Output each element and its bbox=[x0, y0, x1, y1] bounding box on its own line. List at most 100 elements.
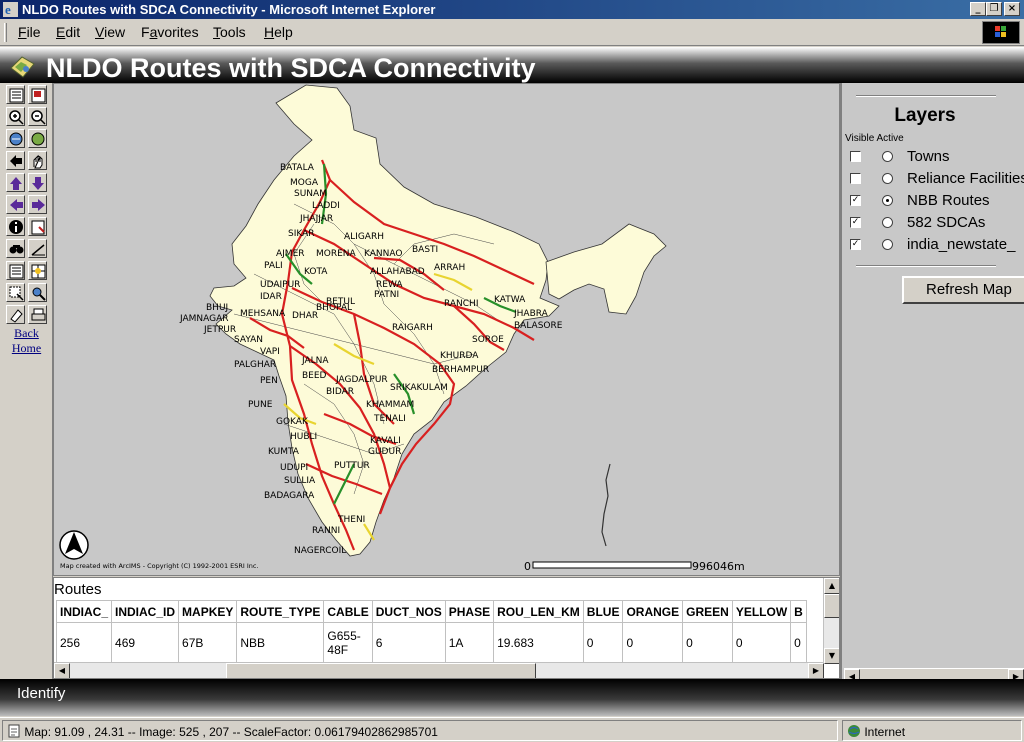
scroll-thumb[interactable] bbox=[226, 663, 536, 678]
routes-horizontal-scrollbar[interactable]: ◀ ▶ bbox=[54, 662, 824, 678]
layer-visible-checkbox[interactable] bbox=[850, 151, 861, 162]
map-view[interactable]: BATALA MOGA SUNAM LADDI JHAJJAR SIKAR ALIGARH A… bbox=[53, 83, 840, 576]
menu-grip[interactable] bbox=[4, 23, 7, 42]
layer-name: Towns bbox=[907, 148, 950, 165]
print-icon[interactable] bbox=[28, 305, 47, 324]
menu-favorites[interactable]: Favorites bbox=[141, 24, 199, 40]
pan-west-icon[interactable] bbox=[6, 195, 25, 214]
pan-north-icon[interactable] bbox=[6, 173, 25, 192]
identify-label: Identify bbox=[17, 685, 66, 702]
zoom-out-icon[interactable] bbox=[28, 107, 47, 126]
city-label: NAGERCOIL bbox=[294, 546, 346, 556]
layer-row: Reliance Facilities bbox=[842, 169, 1024, 189]
scroll-right-button[interactable]: ▶ bbox=[808, 663, 824, 678]
scroll-up-button[interactable]: ▲ bbox=[824, 578, 839, 594]
layer-visible-checkbox[interactable] bbox=[850, 173, 861, 184]
pan-icon[interactable] bbox=[28, 151, 47, 170]
city-label: PALI bbox=[264, 261, 283, 271]
city-label: IDAR bbox=[260, 292, 282, 302]
minimize-button[interactable]: _ bbox=[970, 2, 986, 16]
india-landmass bbox=[209, 84, 560, 557]
zoom-in-icon[interactable] bbox=[6, 107, 25, 126]
menu-edit[interactable]: Edit bbox=[56, 24, 80, 40]
select-by-rectangle-icon[interactable] bbox=[6, 261, 25, 280]
table-cell: 19.683 bbox=[493, 622, 584, 663]
routes-vertical-scrollbar[interactable]: ▲ ▼ bbox=[823, 578, 839, 664]
browser-window: e NLDO Routes with SDCA Connectivity - M… bbox=[0, 0, 1024, 742]
refresh-map-button[interactable]: Refresh Map bbox=[902, 276, 1024, 304]
city-label: BATALA bbox=[280, 163, 315, 173]
scroll-thumb[interactable] bbox=[824, 594, 839, 618]
city-label: KHURDA bbox=[440, 351, 479, 361]
layer-active-radio[interactable] bbox=[882, 217, 893, 228]
city-label: REWA bbox=[376, 280, 403, 290]
close-button[interactable]: × bbox=[1004, 2, 1020, 16]
city-label: KOTA bbox=[304, 267, 328, 277]
table-row[interactable]: 256 469 67B NBB G655-48F 6 1A 19.683 0 0 0 0 0 bbox=[55, 622, 807, 663]
city-label: RAIGARH bbox=[392, 323, 433, 333]
zoom-last-extent-icon[interactable] bbox=[6, 151, 25, 170]
column-header: ORANGE bbox=[622, 600, 684, 623]
city-label: JAMNAGAR bbox=[179, 314, 229, 324]
overview-map-icon[interactable] bbox=[28, 85, 47, 104]
table-cell: 1A bbox=[444, 622, 495, 663]
layer-row: Towns bbox=[842, 147, 1024, 167]
pan-east-icon[interactable] bbox=[28, 195, 47, 214]
city-label: GUDUR bbox=[368, 447, 401, 457]
table-cell: 256 bbox=[55, 622, 113, 663]
north-arrow-icon bbox=[59, 530, 89, 560]
select-by-line-icon[interactable] bbox=[6, 283, 25, 302]
svg-text:e: e bbox=[5, 2, 11, 17]
menu-file[interactable]: File bbox=[18, 24, 41, 40]
restore-button[interactable]: ❐ bbox=[986, 2, 1002, 16]
city-label: PUTTUR bbox=[334, 461, 370, 471]
title-bar[interactable]: e NLDO Routes with SDCA Connectivity - M… bbox=[0, 0, 1024, 19]
city-label: SIKAR bbox=[288, 229, 315, 239]
windows-logo-icon bbox=[982, 21, 1020, 44]
home-link[interactable]: Home bbox=[0, 341, 53, 356]
map-toolbar: Back Home bbox=[0, 83, 53, 679]
buffer-icon[interactable] bbox=[28, 261, 47, 280]
table-cell: 67B bbox=[178, 622, 238, 663]
back-link[interactable]: Back bbox=[0, 326, 53, 341]
city-label: DHAR bbox=[292, 311, 318, 321]
column-header: PHASE bbox=[444, 600, 495, 623]
layers-title: Layers bbox=[894, 105, 956, 126]
layer-active-radio[interactable] bbox=[882, 239, 893, 250]
layer-name: 582 SDCAs bbox=[907, 214, 986, 231]
scroll-left-button[interactable]: ◀ bbox=[54, 663, 70, 678]
zoom-active-layer-icon[interactable] bbox=[28, 129, 47, 148]
city-label: ALLAHABAD bbox=[370, 267, 425, 277]
layers-panel: Layers Visible Active Towns Reliance Faci… bbox=[840, 83, 1024, 685]
layer-active-radio[interactable] bbox=[882, 195, 893, 206]
scroll-down-button[interactable]: ▼ bbox=[824, 648, 839, 664]
city-label: BERHAMPUR bbox=[432, 365, 489, 375]
identify-icon[interactable] bbox=[6, 217, 25, 236]
layer-visible-checkbox[interactable]: ✓ bbox=[850, 195, 861, 206]
northeast-region bbox=[545, 223, 667, 315]
menu-tools[interactable]: Tools bbox=[213, 24, 246, 40]
clear-selection-icon[interactable] bbox=[6, 305, 25, 324]
internet-explorer-icon: e bbox=[3, 2, 18, 17]
zoom-full-extent-icon[interactable] bbox=[6, 129, 25, 148]
layer-visible-checkbox[interactable]: ✓ bbox=[850, 239, 861, 250]
toggle-legend-icon[interactable] bbox=[6, 85, 25, 104]
svg-text:0: 0 bbox=[524, 560, 531, 573]
layer-active-radio[interactable] bbox=[882, 173, 893, 184]
status-text: Map: 91.09 , 24.31 -- Image: 525 , 207 -… bbox=[2, 720, 838, 741]
layer-active-radio[interactable] bbox=[882, 151, 893, 162]
menu-view[interactable]: View bbox=[95, 24, 125, 40]
layer-visible-checkbox[interactable]: ✓ bbox=[850, 217, 861, 228]
internet-zone-icon bbox=[848, 725, 860, 737]
city-label: THENI bbox=[337, 515, 365, 525]
measure-icon[interactable] bbox=[28, 239, 47, 258]
city-label: PATNI bbox=[374, 290, 399, 300]
india-map[interactable]: BATALA MOGASUNAM LADDI JHAJJAR SIKAR ALIGARH A… bbox=[54, 84, 839, 575]
globe-icon bbox=[10, 56, 35, 78]
layer-name: india_newstate_ bbox=[907, 236, 1016, 253]
hyperlink-icon[interactable] bbox=[28, 217, 47, 236]
menu-help[interactable]: Help bbox=[264, 24, 293, 40]
pan-south-icon[interactable] bbox=[28, 173, 47, 192]
query-icon[interactable] bbox=[28, 283, 47, 302]
find-icon[interactable] bbox=[6, 239, 25, 258]
